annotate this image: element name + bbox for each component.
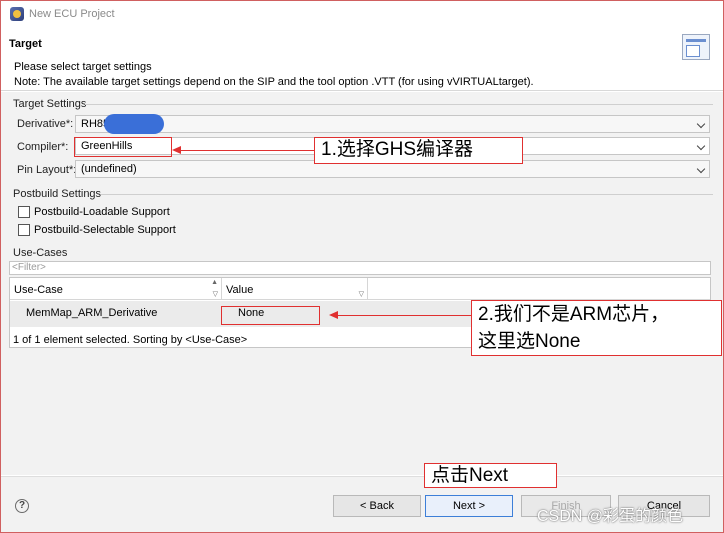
pin-layout-value: (undefined) bbox=[81, 163, 137, 175]
sort-ascending-icon: ▲ bbox=[211, 279, 218, 286]
use-cases-label: Use-Cases bbox=[13, 247, 68, 259]
value-highlight-box bbox=[221, 306, 320, 325]
postbuild-settings-label: Postbuild Settings bbox=[13, 188, 102, 200]
filter-icon: ▽ bbox=[358, 291, 364, 298]
window-title: New ECU Project bbox=[29, 8, 115, 20]
arrow-left-icon bbox=[329, 311, 338, 319]
wizard-header: Target Please select target settings Not… bbox=[1, 27, 723, 91]
postbuild-selectable-row[interactable]: Postbuild-Selectable Support bbox=[18, 224, 176, 236]
help-icon[interactable]: ? bbox=[15, 499, 29, 513]
wizard-banner-icon bbox=[682, 34, 710, 60]
next-button[interactable]: Next > bbox=[425, 495, 513, 517]
watermark: CSDN @彩蛋的颜色 bbox=[537, 508, 684, 525]
postbuild-loadable-row[interactable]: Postbuild-Loadable Support bbox=[18, 206, 170, 218]
column-header-label: Value bbox=[226, 284, 254, 296]
chevron-down-icon bbox=[696, 141, 706, 151]
postbuild-loadable-checkbox[interactable] bbox=[18, 206, 30, 218]
compiler-label: Compiler*: bbox=[17, 141, 69, 153]
page-title: Target bbox=[9, 38, 42, 50]
chevron-down-icon bbox=[696, 164, 706, 174]
target-settings-divider bbox=[85, 104, 713, 105]
postbuild-selectable-checkbox[interactable] bbox=[18, 224, 30, 236]
value-annotation: 2.我们不是ARM芯片， 这里选None bbox=[471, 300, 722, 356]
compiler-arrow-line bbox=[180, 150, 314, 151]
value-annotation-line1: 2.我们不是ARM芯片， bbox=[478, 304, 670, 325]
filter-input[interactable]: <Filter> bbox=[9, 261, 711, 275]
column-header-label: Use-Case bbox=[14, 284, 63, 296]
value-arrow-line bbox=[337, 315, 471, 316]
page-description: Please select target settings bbox=[14, 61, 152, 73]
target-settings-label: Target Settings bbox=[13, 98, 87, 110]
chevron-down-icon bbox=[696, 119, 706, 129]
next-annotation: 点击Next bbox=[424, 463, 557, 488]
column-header-empty bbox=[368, 278, 710, 300]
table-status: 1 of 1 element selected. Sorting by <Use… bbox=[13, 334, 248, 346]
postbuild-divider bbox=[101, 194, 713, 195]
pin-layout-label: Pin Layout*: bbox=[17, 164, 77, 176]
use-case-cell: MemMap_ARM_Derivative bbox=[26, 307, 158, 319]
title-bar: New ECU Project bbox=[1, 1, 723, 27]
compiler-highlight-box bbox=[74, 137, 172, 157]
postbuild-loadable-label: Postbuild-Loadable Support bbox=[34, 206, 170, 218]
back-button[interactable]: < Back bbox=[333, 495, 421, 517]
redaction-blob bbox=[104, 114, 164, 134]
postbuild-selectable-label: Postbuild-Selectable Support bbox=[34, 224, 176, 236]
app-icon bbox=[10, 7, 24, 21]
page-note: Note: The available target settings depe… bbox=[14, 76, 534, 88]
compiler-annotation: 1.选择GHS编译器 bbox=[314, 137, 523, 164]
derivative-label: Derivative*: bbox=[17, 118, 74, 130]
value-annotation-line2: 这里选None bbox=[478, 331, 581, 352]
column-header-value[interactable]: Value ▽ bbox=[222, 278, 368, 300]
arrow-left-icon bbox=[172, 146, 181, 154]
column-header-use-case[interactable]: Use-Case ▲ ▽ bbox=[10, 278, 222, 300]
filter-icon: ▽ bbox=[212, 291, 218, 298]
derivative-combo[interactable]: RH85 bbox=[75, 115, 710, 133]
